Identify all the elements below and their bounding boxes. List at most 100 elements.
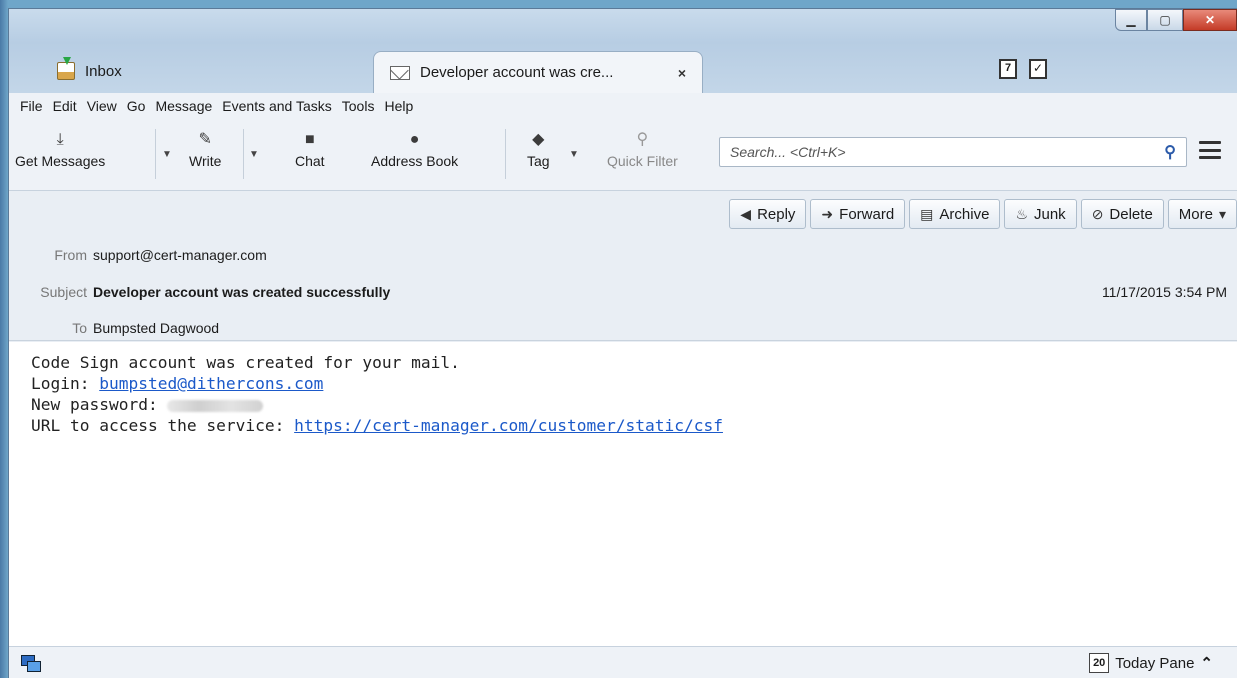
to-label: To <box>72 320 87 336</box>
download-icon: ⤓ <box>56 131 64 148</box>
maximize-button[interactable]: ▢ <box>1147 9 1183 31</box>
subject-row: Subject Developer account was created su… <box>9 284 390 300</box>
today-pane-toggle[interactable]: 20 Today Pane ⌃ <box>1089 653 1213 673</box>
chevron-up-icon: ⌃ <box>1200 655 1213 672</box>
message-header: ◀ Reply ➜ Forward ▤ Archive ♨ Junk ⊘ Del… <box>9 191 1237 341</box>
menu-edit[interactable]: Edit <box>48 98 82 114</box>
write-label: Write <box>189 153 222 169</box>
envelope-icon <box>390 65 410 80</box>
forward-arrow-icon: ➜ <box>821 205 834 222</box>
chat-bubble-icon: ■ <box>304 131 315 148</box>
redacted-password <box>167 399 264 412</box>
chat-button[interactable]: ■ Chat <box>295 131 325 169</box>
separator <box>243 129 244 179</box>
app-menu-icon[interactable] <box>1199 141 1221 159</box>
from-row: From support@cert-manager.com <box>9 247 267 263</box>
flame-icon: ♨ <box>1015 205 1028 222</box>
window-edge <box>0 0 8 678</box>
archive-label: Archive <box>939 205 990 223</box>
login-label: Login: <box>31 374 100 393</box>
title-bar: Inbox Developer account was cre... × 7 ✓… <box>9 9 1237 93</box>
today-pane-label: Today Pane <box>1115 654 1195 672</box>
chevron-down-icon[interactable]: ▼ <box>569 149 579 160</box>
subject-label: Subject <box>40 284 87 300</box>
calendar-icon: 20 <box>1089 653 1110 673</box>
quick-filter-label: Quick Filter <box>607 153 678 169</box>
separator <box>505 129 506 179</box>
separator <box>155 129 156 179</box>
status-bar: 20 Today Pane ⌃ <box>9 646 1237 678</box>
tab-message[interactable]: Developer account was cre... × <box>373 51 703 93</box>
menu-view[interactable]: View <box>82 98 122 114</box>
message-actions: ◀ Reply ➜ Forward ▤ Archive ♨ Junk ⊘ Del… <box>729 199 1237 229</box>
menu-go[interactable]: Go <box>122 98 151 114</box>
write-button[interactable]: ✎ Write <box>189 131 221 169</box>
message-body: Code Sign account was created for your m… <box>9 342 1237 646</box>
body-line-login: Login: bumpsted@dithercons.com <box>31 373 1237 394</box>
menu-help[interactable]: Help <box>379 98 418 114</box>
quick-filter-button[interactable]: ⚲ Quick Filter <box>607 131 678 169</box>
get-messages-button[interactable]: ⤓ Get Messages <box>15 131 105 169</box>
minimize-button[interactable]: ▁ <box>1115 9 1147 31</box>
magnifier-icon: ⚲ <box>636 131 649 148</box>
delete-button[interactable]: ⊘ Delete <box>1080 199 1164 229</box>
body-line-password: New password: <box>31 394 1237 415</box>
pencil-icon: ✎ <box>198 131 212 148</box>
tag-label: Tag <box>527 153 550 169</box>
no-entry-icon: ⊘ <box>1091 205 1104 222</box>
tab-inbox-label: Inbox <box>85 62 122 80</box>
service-url-link[interactable]: https://cert-manager.com/customer/static… <box>294 416 723 435</box>
chevron-down-icon[interactable]: ▼ <box>249 149 259 160</box>
body-line-1: Code Sign account was created for your m… <box>31 353 460 372</box>
calendar-task-buttons: 7 ✓ <box>999 59 1047 79</box>
get-messages-label: Get Messages <box>15 153 106 169</box>
message-date: 11/17/2015 3:54 PM <box>1101 284 1227 300</box>
login-link[interactable]: bumpsted@dithercons.com <box>99 374 323 393</box>
online-status-icon[interactable] <box>21 655 41 672</box>
from-value[interactable]: support@cert-manager.com <box>93 247 267 263</box>
password-label: New password: <box>31 395 168 414</box>
address-book-label: Address Book <box>371 153 459 169</box>
thunderbird-window: Inbox Developer account was cre... × 7 ✓… <box>8 8 1237 678</box>
search-icon[interactable]: ⚲ <box>1164 142 1176 162</box>
archive-button[interactable]: ▤ Archive <box>909 199 1001 229</box>
chevron-down-icon[interactable]: ▼ <box>162 149 172 160</box>
more-label: More <box>1178 205 1213 223</box>
body-line-url: URL to access the service: https://cert-… <box>31 415 1237 436</box>
main-toolbar: ⤓ Get Messages ▼ ✎ Write ▼ ■ Chat ● Addr… <box>9 119 1237 191</box>
tab-close-icon[interactable]: × <box>678 65 686 81</box>
url-label: URL to access the service: <box>31 416 295 435</box>
close-button[interactable]: ✕ <box>1183 9 1237 31</box>
reply-arrow-icon: ◀ <box>740 205 752 222</box>
search-input[interactable]: Search... <Ctrl+K> ⚲ <box>719 137 1187 167</box>
forward-label: Forward <box>839 205 895 223</box>
to-value[interactable]: Bumpsted Dagwood <box>93 320 219 336</box>
tasks-icon[interactable]: ✓ <box>1029 59 1047 79</box>
tab-strip: Inbox Developer account was cre... × <box>9 37 1237 93</box>
menu-message[interactable]: Message <box>150 98 217 114</box>
tag-button[interactable]: ◆ Tag <box>527 131 550 169</box>
inbox-icon <box>57 57 75 80</box>
junk-button[interactable]: ♨ Junk <box>1004 199 1077 229</box>
delete-label: Delete <box>1109 205 1153 223</box>
chevron-down-icon: ▾ <box>1218 205 1226 222</box>
calendar-icon[interactable]: 7 <box>999 59 1017 79</box>
more-button[interactable]: More ▾ <box>1167 199 1237 229</box>
tag-icon: ◆ <box>532 131 545 148</box>
archive-box-icon: ▤ <box>920 205 934 222</box>
tab-message-label: Developer account was cre... <box>420 64 614 81</box>
menu-bar: File Edit View Go Message Events and Tas… <box>9 93 1237 119</box>
junk-label: Junk <box>1034 205 1066 223</box>
reply-label: Reply <box>757 205 796 223</box>
from-label: From <box>54 247 87 263</box>
menu-file[interactable]: File <box>15 98 48 114</box>
menu-tools[interactable]: Tools <box>337 98 380 114</box>
window-controls: ▁ ▢ ✕ <box>1115 9 1237 31</box>
tab-inbox[interactable]: Inbox <box>41 53 381 89</box>
forward-button[interactable]: ➜ Forward <box>810 199 906 229</box>
menu-events-and-tasks[interactable]: Events and Tasks <box>217 98 336 114</box>
search-placeholder: Search... <Ctrl+K> <box>730 144 846 160</box>
address-book-button[interactable]: ● Address Book <box>371 131 458 169</box>
person-icon: ● <box>409 131 420 148</box>
reply-button[interactable]: ◀ Reply <box>729 199 807 229</box>
